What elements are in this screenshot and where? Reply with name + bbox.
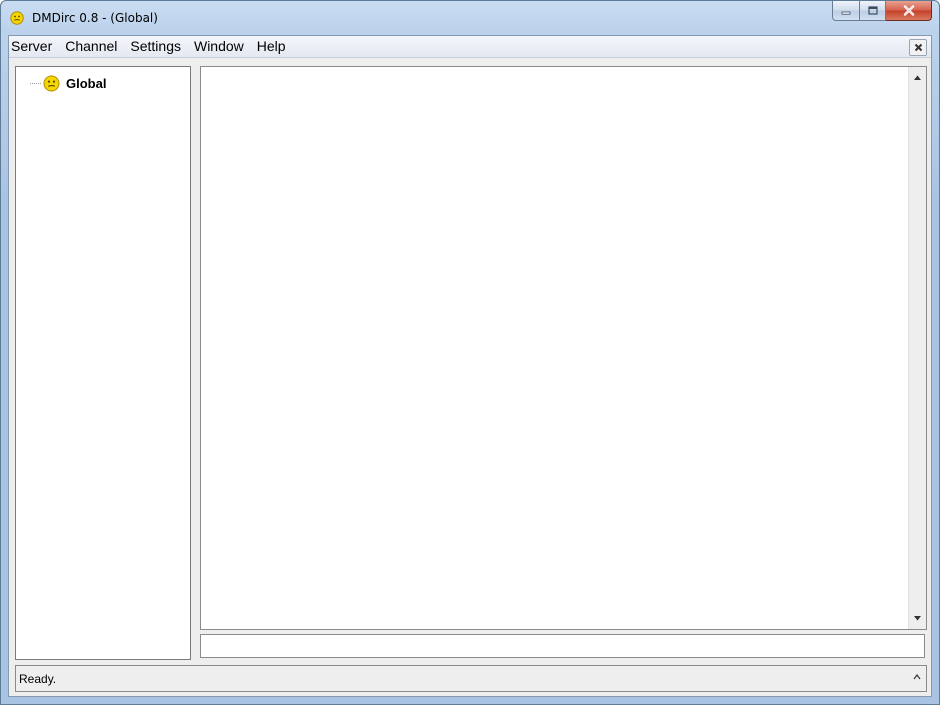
window-controls — [832, 1, 932, 21]
message-text-pane[interactable] — [200, 66, 927, 630]
minimize-icon — [841, 11, 851, 15]
close-icon — [903, 5, 914, 16]
main-frame: Server Channel Settings Window Help Glob… — [8, 35, 932, 697]
menu-help[interactable]: Help — [251, 36, 293, 57]
message-input[interactable] — [200, 634, 925, 658]
close-button[interactable] — [886, 1, 932, 21]
tree-item-global[interactable]: Global — [30, 74, 106, 92]
tree-connector — [30, 83, 41, 84]
maximize-button[interactable] — [860, 1, 886, 21]
scroll-up-button[interactable] — [909, 69, 926, 86]
vertical-scrollbar[interactable] — [908, 67, 926, 629]
menu-bar: Server Channel Settings Window Help — [9, 36, 931, 58]
menu-settings[interactable]: Settings — [124, 36, 188, 57]
status-bar: Ready. — [15, 665, 927, 692]
smiley-icon — [10, 11, 24, 25]
menu-window[interactable]: Window — [188, 36, 251, 57]
app-window: DMDirc 0.8 - (Global) Server Channel Set… — [0, 0, 940, 705]
close-icon — [914, 43, 922, 52]
minimize-button[interactable] — [832, 1, 860, 21]
menu-channel[interactable]: Channel — [59, 36, 124, 57]
menu-server[interactable]: Server — [9, 36, 59, 57]
close-frame-button[interactable] — [909, 39, 927, 56]
scroll-down-button[interactable] — [909, 610, 926, 627]
title-bar[interactable]: DMDirc 0.8 - (Global) — [1, 1, 939, 35]
window-tree[interactable]: Global — [15, 66, 191, 660]
smiley-icon — [43, 75, 60, 91]
scroll-up-arrow-icon — [914, 75, 921, 80]
scroll-down-arrow-icon — [914, 616, 921, 621]
tree-item-label: Global — [66, 75, 107, 91]
status-text: Ready. — [19, 672, 57, 686]
maximize-icon — [867, 6, 878, 15]
chevron-up-icon[interactable] — [913, 673, 921, 681]
window-title: DMDirc 0.8 - (Global) — [32, 11, 158, 25]
